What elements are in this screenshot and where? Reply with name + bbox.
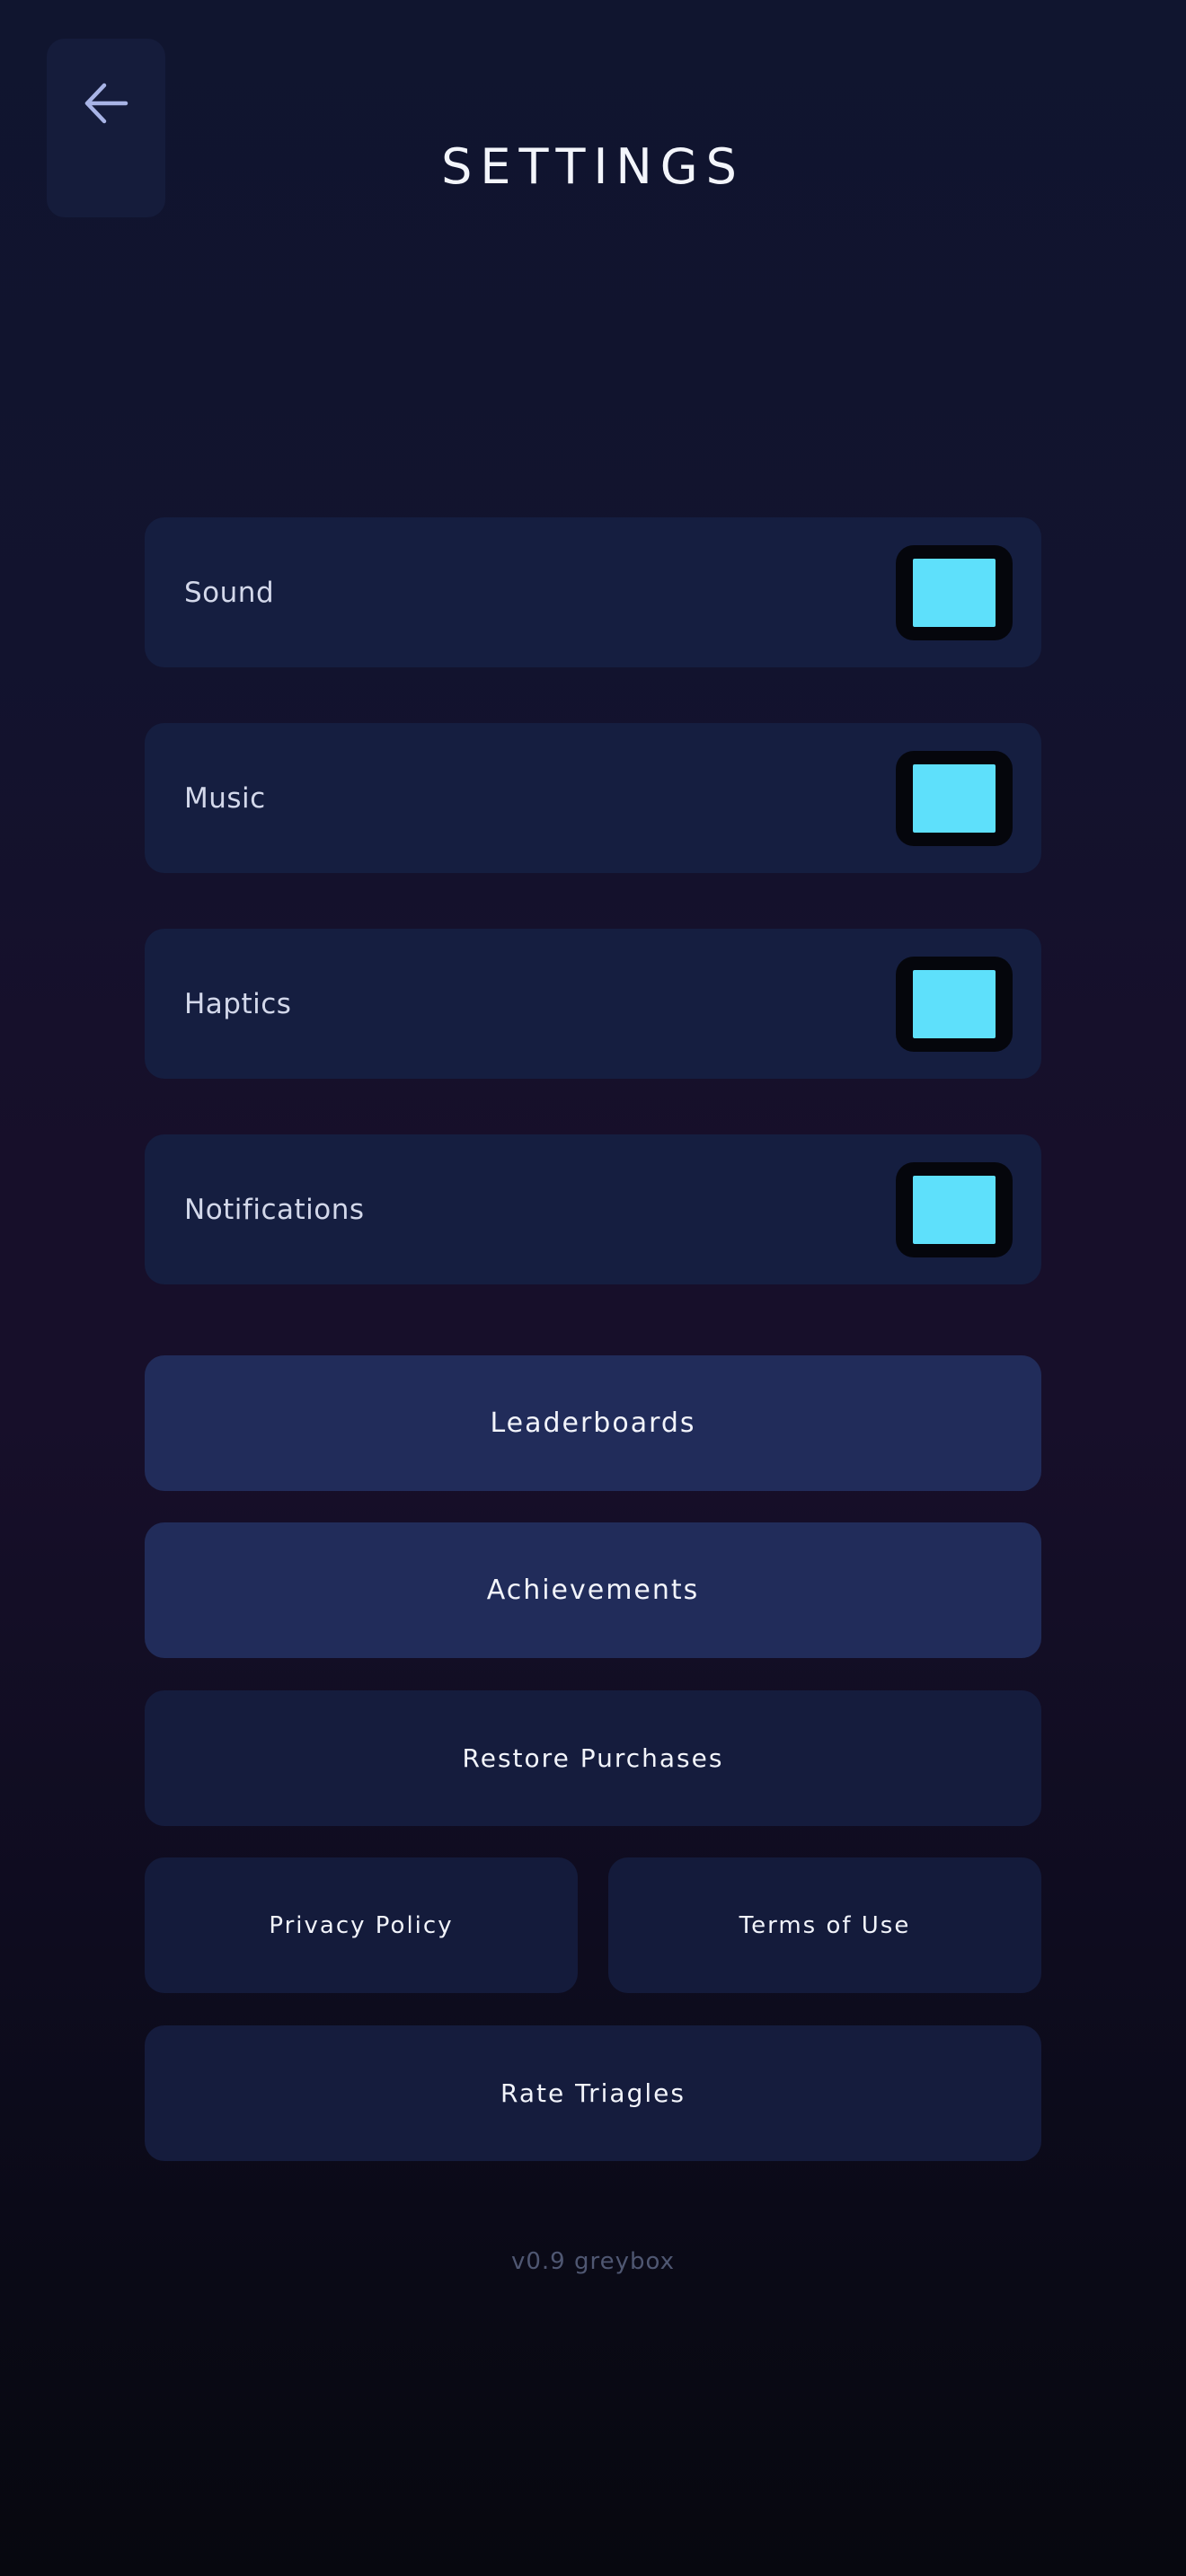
rate-app-label: Rate Triagles	[500, 2078, 686, 2108]
terms-of-use-label: Terms of Use	[739, 1911, 911, 1939]
restore-purchases-button[interactable]: Restore Purchases	[145, 1690, 1041, 1826]
toggle-knob	[913, 1175, 996, 1244]
privacy-policy-label: Privacy Policy	[269, 1911, 454, 1939]
achievements-button[interactable]: Achievements	[145, 1522, 1041, 1658]
toggle-label: Notifications	[184, 1193, 365, 1226]
toggle-knob	[913, 558, 996, 627]
privacy-policy-button[interactable]: Privacy Policy	[145, 1857, 578, 1993]
haptics-toggle[interactable]	[896, 956, 1013, 1052]
toggle-label: Music	[184, 781, 266, 815]
restore-purchases-label: Restore Purchases	[462, 1743, 724, 1773]
settings-toggle-list: Sound Music Haptics Notifications	[145, 517, 1041, 1340]
achievements-label: Achievements	[486, 1575, 700, 1606]
sound-toggle[interactable]	[896, 544, 1013, 640]
version-label: v0.9 greybox	[510, 2248, 675, 2275]
terms-of-use-button[interactable]: Terms of Use	[608, 1857, 1041, 1993]
toggle-row-haptics: Haptics	[145, 929, 1041, 1079]
toggle-row-sound: Sound	[145, 517, 1041, 667]
toggle-label: Sound	[184, 576, 275, 609]
notifications-toggle[interactable]	[896, 1161, 1013, 1257]
toggle-knob	[913, 763, 996, 833]
toggle-row-music: Music	[145, 723, 1041, 873]
arrow-left-icon	[83, 80, 129, 127]
toggle-knob	[913, 969, 996, 1038]
leaderboards-label: Leaderboards	[490, 1407, 696, 1439]
leaderboards-button[interactable]: Leaderboards	[145, 1355, 1041, 1491]
rate-app-button[interactable]: Rate Triagles	[145, 2025, 1041, 2161]
music-toggle[interactable]	[896, 750, 1013, 846]
toggle-row-notifications: Notifications	[145, 1134, 1041, 1284]
page-title: SETTINGS	[441, 138, 745, 195]
toggle-label: Haptics	[184, 987, 292, 1020]
